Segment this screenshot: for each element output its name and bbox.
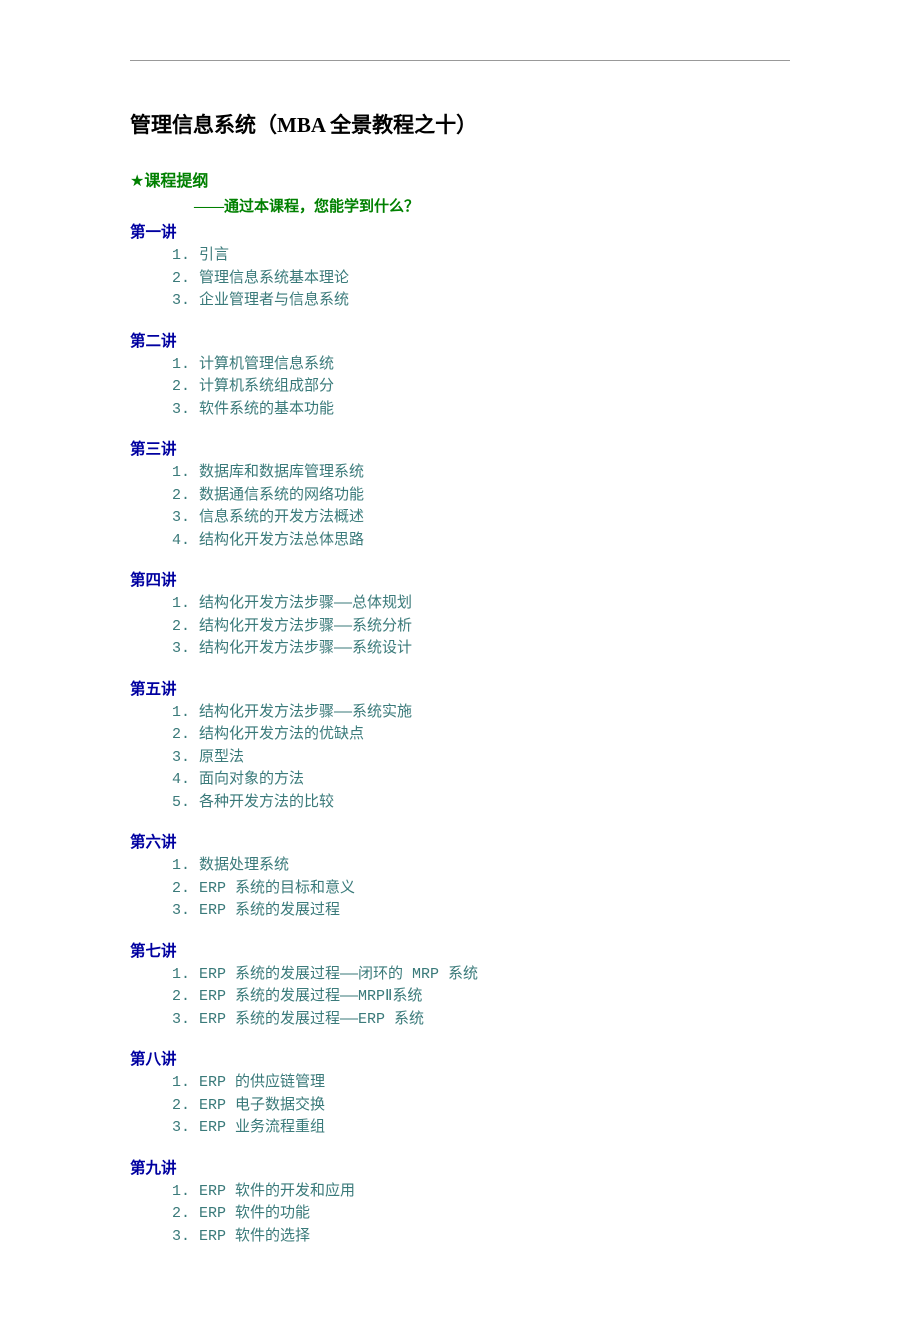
section-title: 第五讲 (130, 677, 790, 699)
list-item: 2. ERP 系统的目标和意义 (172, 878, 790, 901)
list-item: 2. 管理信息系统基本理论 (172, 268, 790, 291)
section-block: 第四讲 1. 结构化开发方法步骤——总体规划 2. 结构化开发方法步骤——系统分… (130, 568, 790, 661)
list-item: 3. 信息系统的开发方法概述 (172, 507, 790, 530)
list-item: 3. ERP 系统的发展过程 (172, 900, 790, 923)
section-title: 第二讲 (130, 329, 790, 351)
section-title: 第三讲 (130, 437, 790, 459)
list-item: 1. 数据处理系统 (172, 855, 790, 878)
list-item: 2. 计算机系统组成部分 (172, 376, 790, 399)
outline-label: 课程提纲 (144, 173, 208, 190)
list-item: 1. 引言 (172, 245, 790, 268)
list-item: 2. ERP 软件的功能 (172, 1203, 790, 1226)
list-item: 1. 结构化开发方法步骤——系统实施 (172, 702, 790, 725)
section-block: 第五讲 1. 结构化开发方法步骤——系统实施 2. 结构化开发方法的优缺点 3.… (130, 677, 790, 815)
list-item: 1. ERP 系统的发展过程——闭环的 MRP 系统 (172, 964, 790, 987)
list-item: 2. 结构化开发方法的优缺点 (172, 724, 790, 747)
list-item: 1. 结构化开发方法步骤——总体规划 (172, 593, 790, 616)
list-item: 5. 各种开发方法的比较 (172, 792, 790, 815)
list-item: 3. ERP 系统的发展过程——ERP 系统 (172, 1009, 790, 1032)
section-title: 第九讲 (130, 1156, 790, 1178)
list-item: 3. 企业管理者与信息系统 (172, 290, 790, 313)
section-title: 第四讲 (130, 568, 790, 590)
star-icon: ★ (130, 173, 144, 190)
list-item: 4. 面向对象的方法 (172, 769, 790, 792)
section-block: 第一讲 1. 引言 2. 管理信息系统基本理论 3. 企业管理者与信息系统 (130, 220, 790, 313)
section-block: 第二讲 1. 计算机管理信息系统 2. 计算机系统组成部分 3. 软件系统的基本… (130, 329, 790, 422)
list-item: 3. ERP 软件的选择 (172, 1226, 790, 1249)
section-block: 第六讲 1. 数据处理系统 2. ERP 系统的目标和意义 3. ERP 系统的… (130, 830, 790, 923)
list-item: 2. 数据通信系统的网络功能 (172, 485, 790, 508)
list-item: 1. ERP 软件的开发和应用 (172, 1181, 790, 1204)
top-divider (130, 60, 790, 61)
section-block: 第八讲 1. ERP 的供应链管理 2. ERP 电子数据交换 3. ERP 业… (130, 1047, 790, 1140)
course-outline-heading: ★课程提纲 (130, 167, 790, 191)
list-item: 4. 结构化开发方法总体思路 (172, 530, 790, 553)
list-item: 3. 原型法 (172, 747, 790, 770)
section-title: 第八讲 (130, 1047, 790, 1069)
section-block: 第七讲 1. ERP 系统的发展过程——闭环的 MRP 系统 2. ERP 系统… (130, 939, 790, 1032)
section-block: 第三讲 1. 数据库和数据库管理系统 2. 数据通信系统的网络功能 3. 信息系… (130, 437, 790, 552)
list-item: 1. 计算机管理信息系统 (172, 354, 790, 377)
list-item: 1. 数据库和数据库管理系统 (172, 462, 790, 485)
document-title: 管理信息系统（MBA 全景教程之十） (130, 109, 790, 139)
list-item: 2. ERP 电子数据交换 (172, 1095, 790, 1118)
list-item: 2. ERP 系统的发展过程——MRPⅡ系统 (172, 986, 790, 1009)
list-item: 3. 结构化开发方法步骤——系统设计 (172, 638, 790, 661)
list-item: 3. 软件系统的基本功能 (172, 399, 790, 422)
list-item: 3. ERP 业务流程重组 (172, 1117, 790, 1140)
section-title: 第七讲 (130, 939, 790, 961)
list-item: 1. ERP 的供应链管理 (172, 1072, 790, 1095)
list-item: 2. 结构化开发方法步骤——系统分析 (172, 616, 790, 639)
section-block: 第九讲 1. ERP 软件的开发和应用 2. ERP 软件的功能 3. ERP … (130, 1156, 790, 1249)
section-title: 第一讲 (130, 220, 790, 242)
section-title: 第六讲 (130, 830, 790, 852)
course-outline-subtitle: ——通过本课程，您能学到什么？ (194, 195, 790, 216)
